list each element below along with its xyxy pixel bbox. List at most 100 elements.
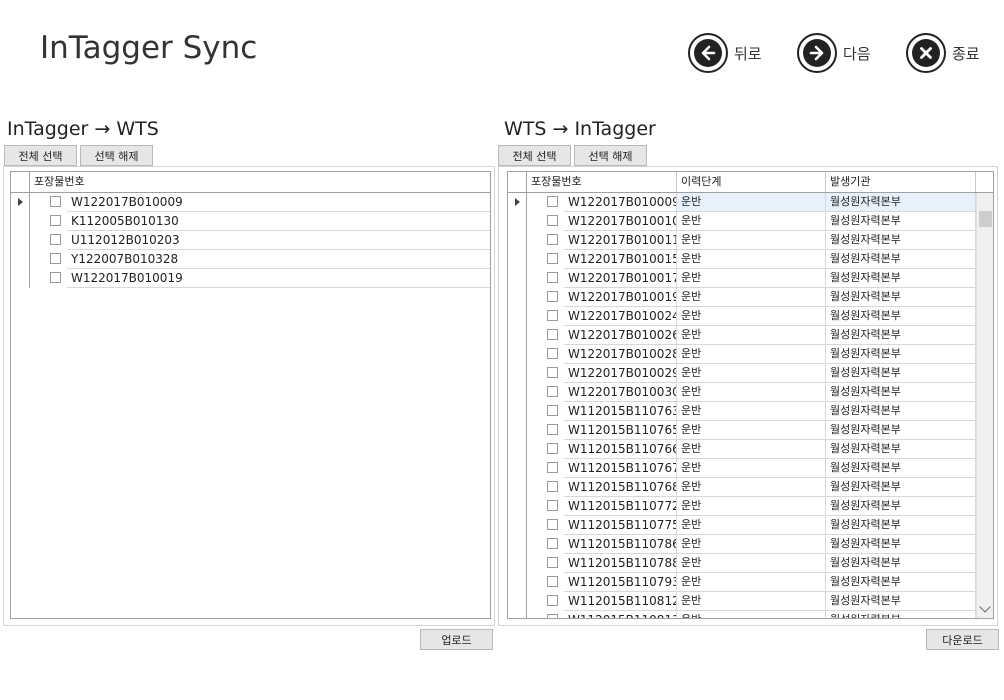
table-row[interactable]: W112015B110775 운반 월성원자력본부 <box>508 516 976 535</box>
table-row[interactable]: W112015B110788 운반 월성원자력본부 <box>508 554 976 573</box>
row-header[interactable] <box>508 592 527 611</box>
table-row[interactable]: W122017B010019 운반 월성원자력본부 <box>508 288 976 307</box>
row-header[interactable] <box>508 212 527 231</box>
upload-button[interactable]: 업로드 <box>420 629 493 650</box>
next-button[interactable]: 다음 <box>797 32 871 74</box>
row-checkbox[interactable] <box>547 348 558 359</box>
row-header[interactable] <box>508 326 527 345</box>
table-row[interactable]: W112015B110772 운반 월성원자력본부 <box>508 497 976 516</box>
table-row[interactable]: Y122007B010328 <box>11 250 490 269</box>
row-header[interactable] <box>508 269 527 288</box>
column-header-package-no[interactable]: 포장물번호 <box>527 172 677 192</box>
row-header[interactable] <box>508 478 527 497</box>
right-grid-scrollbar[interactable] <box>976 193 993 618</box>
row-header[interactable] <box>508 535 527 554</box>
row-header[interactable] <box>11 193 30 212</box>
table-row[interactable]: W112015B110793 운반 월성원자력본부 <box>508 573 976 592</box>
row-checkbox[interactable] <box>547 462 558 473</box>
row-header[interactable] <box>508 516 527 535</box>
row-checkbox[interactable] <box>547 291 558 302</box>
row-checkbox[interactable] <box>547 538 558 549</box>
table-row[interactable]: U112012B010203 <box>11 231 490 250</box>
row-header[interactable] <box>11 269 30 288</box>
table-row[interactable]: W112015B110813운반월성원자력본부 <box>508 611 976 618</box>
row-checkbox[interactable] <box>547 481 558 492</box>
row-checkbox[interactable] <box>547 386 558 397</box>
table-row[interactable]: W122017B010019 <box>11 269 490 288</box>
row-checkbox[interactable] <box>547 215 558 226</box>
row-header[interactable] <box>508 440 527 459</box>
row-checkbox[interactable] <box>547 519 558 530</box>
row-checkbox[interactable] <box>547 500 558 511</box>
row-checkbox[interactable] <box>547 196 558 207</box>
row-header[interactable] <box>11 231 30 250</box>
row-checkbox[interactable] <box>547 253 558 264</box>
table-row[interactable]: W122017B010009 운반 월성원자력본부 <box>508 193 976 212</box>
row-header[interactable] <box>508 402 527 421</box>
row-checkbox[interactable] <box>50 234 61 245</box>
row-header[interactable] <box>508 497 527 516</box>
table-row[interactable]: W112015B110812 운반 월성원자력본부 <box>508 592 976 611</box>
row-checkbox[interactable] <box>547 557 558 568</box>
table-row[interactable]: W112015B110767 운반 월성원자력본부 <box>508 459 976 478</box>
row-header[interactable] <box>508 554 527 573</box>
exit-button[interactable]: 종료 <box>906 32 980 74</box>
left-grid[interactable]: 포장물번호 W122017B010009 K112005B010130 U11201… <box>10 171 491 619</box>
table-row[interactable]: W122017B010029 운반 월성원자력본부 <box>508 364 976 383</box>
column-header-origin-org[interactable]: 발생기관 <box>826 172 976 192</box>
row-checkbox[interactable] <box>50 196 61 207</box>
table-row[interactable]: W112015B110786 운반 월성원자력본부 <box>508 535 976 554</box>
left-select-all-button[interactable]: 전체 선택 <box>4 145 77 166</box>
row-header[interactable] <box>508 307 527 326</box>
table-row[interactable]: W122017B010017 운반 월성원자력본부 <box>508 269 976 288</box>
row-header[interactable] <box>508 459 527 478</box>
row-checkbox[interactable] <box>50 253 61 264</box>
table-row[interactable]: W122017B010011 운반 월성원자력본부 <box>508 231 976 250</box>
row-checkbox[interactable] <box>50 215 61 226</box>
row-header[interactable] <box>508 231 527 250</box>
scrollbar-thumb[interactable] <box>979 211 992 227</box>
table-row[interactable]: W112015B110768 운반 월성원자력본부 <box>508 478 976 497</box>
row-header[interactable] <box>508 345 527 364</box>
right-select-all-button[interactable]: 전체 선택 <box>498 145 571 166</box>
table-row[interactable]: W122017B010010 운반 월성원자력본부 <box>508 212 976 231</box>
table-row[interactable]: W122017B010015 운반 월성원자력본부 <box>508 250 976 269</box>
row-checkbox[interactable] <box>547 595 558 606</box>
row-checkbox[interactable] <box>547 329 558 340</box>
row-checkbox[interactable] <box>547 405 558 416</box>
download-button[interactable]: 다운로드 <box>926 629 999 650</box>
row-header[interactable] <box>508 611 527 618</box>
row-header[interactable] <box>508 573 527 592</box>
right-grid[interactable]: 포장물번호 이력단계 발생기관 W122017B010009 운반 월성원자력본부 W… <box>507 171 994 619</box>
table-row[interactable]: W112015B110763 운반 월성원자력본부 <box>508 402 976 421</box>
table-row[interactable]: W112015B110765 운반 월성원자력본부 <box>508 421 976 440</box>
row-checkbox[interactable] <box>547 576 558 587</box>
row-checkbox[interactable] <box>547 367 558 378</box>
table-row[interactable]: W122017B010024 운반 월성원자력본부 <box>508 307 976 326</box>
table-row[interactable]: W112015B110766 운반 월성원자력본부 <box>508 440 976 459</box>
row-checkbox[interactable] <box>50 272 61 283</box>
row-header[interactable] <box>11 250 30 269</box>
row-header[interactable] <box>11 212 30 231</box>
table-row[interactable]: W122017B010026 운반 월성원자력본부 <box>508 326 976 345</box>
table-row[interactable]: K112005B010130 <box>11 212 490 231</box>
left-deselect-button[interactable]: 선택 해제 <box>80 145 153 166</box>
row-checkbox[interactable] <box>547 614 558 618</box>
row-checkbox[interactable] <box>547 234 558 245</box>
back-button[interactable]: 뒤로 <box>688 32 762 74</box>
table-row[interactable]: W122017B010028 운반 월성원자력본부 <box>508 345 976 364</box>
row-header[interactable] <box>508 421 527 440</box>
row-header[interactable] <box>508 250 527 269</box>
row-header[interactable] <box>508 193 527 212</box>
row-header[interactable] <box>508 383 527 402</box>
right-deselect-button[interactable]: 선택 해제 <box>574 145 647 166</box>
row-header[interactable] <box>508 364 527 383</box>
column-header-package-no[interactable]: 포장물번호 <box>30 172 490 192</box>
column-header-history-stage[interactable]: 이력단계 <box>677 172 826 192</box>
chevron-down-icon[interactable] <box>979 601 991 613</box>
row-checkbox[interactable] <box>547 443 558 454</box>
row-checkbox[interactable] <box>547 272 558 283</box>
row-checkbox[interactable] <box>547 424 558 435</box>
row-checkbox[interactable] <box>547 310 558 321</box>
row-header[interactable] <box>508 288 527 307</box>
